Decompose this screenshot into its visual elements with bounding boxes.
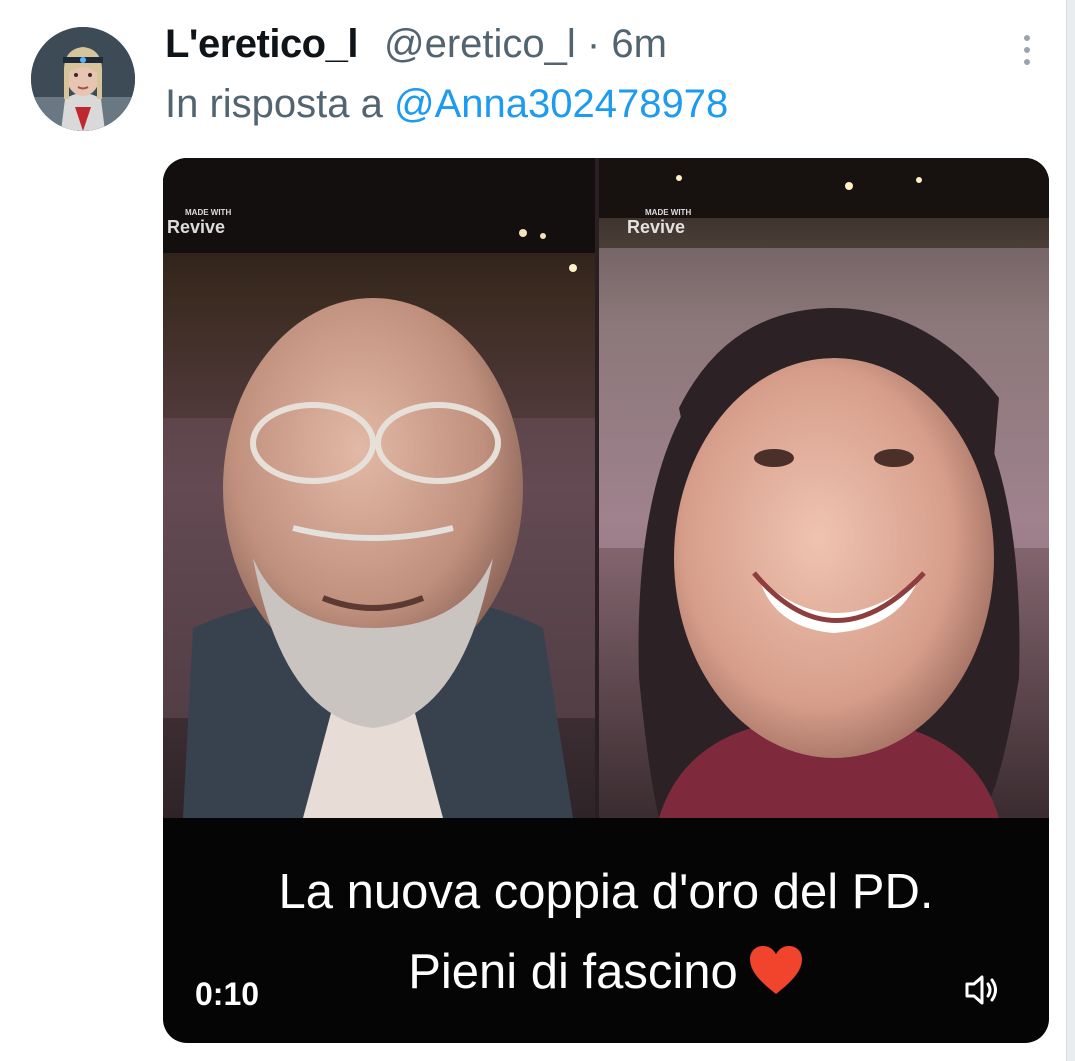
avatar-image (31, 27, 135, 131)
reply-context: In risposta a @Anna302478978 (165, 82, 728, 127)
avatar[interactable] (31, 27, 135, 131)
video-still-left (163, 158, 595, 818)
video-still-right (599, 158, 1049, 818)
timestamp[interactable]: 6m (611, 22, 667, 66)
reply-prefix: In risposta a (165, 82, 383, 126)
scrollbar[interactable] (1066, 0, 1075, 1061)
watermark: MADE WITH Revive (627, 206, 691, 237)
volume-icon[interactable] (963, 970, 1003, 1010)
display-name[interactable]: L'eretico_l (165, 22, 358, 67)
tweet: L'eretico_l @eretico_l · 6m In risposta … (0, 0, 1075, 1061)
video-caption-line-2: Pieni di fascino (163, 942, 1049, 1002)
video-caption-line-2-text: Pieni di fascino (408, 945, 738, 999)
watermark: MADE WITH Revive (167, 206, 231, 237)
reply-mention-link[interactable]: @Anna302478978 (394, 82, 728, 126)
more-vertical-icon[interactable] (1012, 30, 1042, 70)
video-player[interactable]: MADE WITH Revive MADE WITH Revive La nuo… (163, 158, 1049, 1043)
watermark-brand-text: Revive (627, 217, 686, 237)
video-frame-right: MADE WITH Revive (599, 158, 1049, 818)
video-timer: 0:10 (195, 976, 260, 1012)
meta-separator: · (586, 22, 601, 66)
video-frame-left: MADE WITH Revive (163, 158, 595, 818)
watermark-brand-text: Revive (167, 217, 226, 237)
tweet-meta: @eretico_l · 6m (384, 22, 667, 67)
video-caption-line-1: La nuova coppia d'oro del PD. (278, 865, 934, 919)
handle[interactable]: @eretico_l (384, 22, 576, 66)
red-heart-icon (749, 946, 802, 994)
